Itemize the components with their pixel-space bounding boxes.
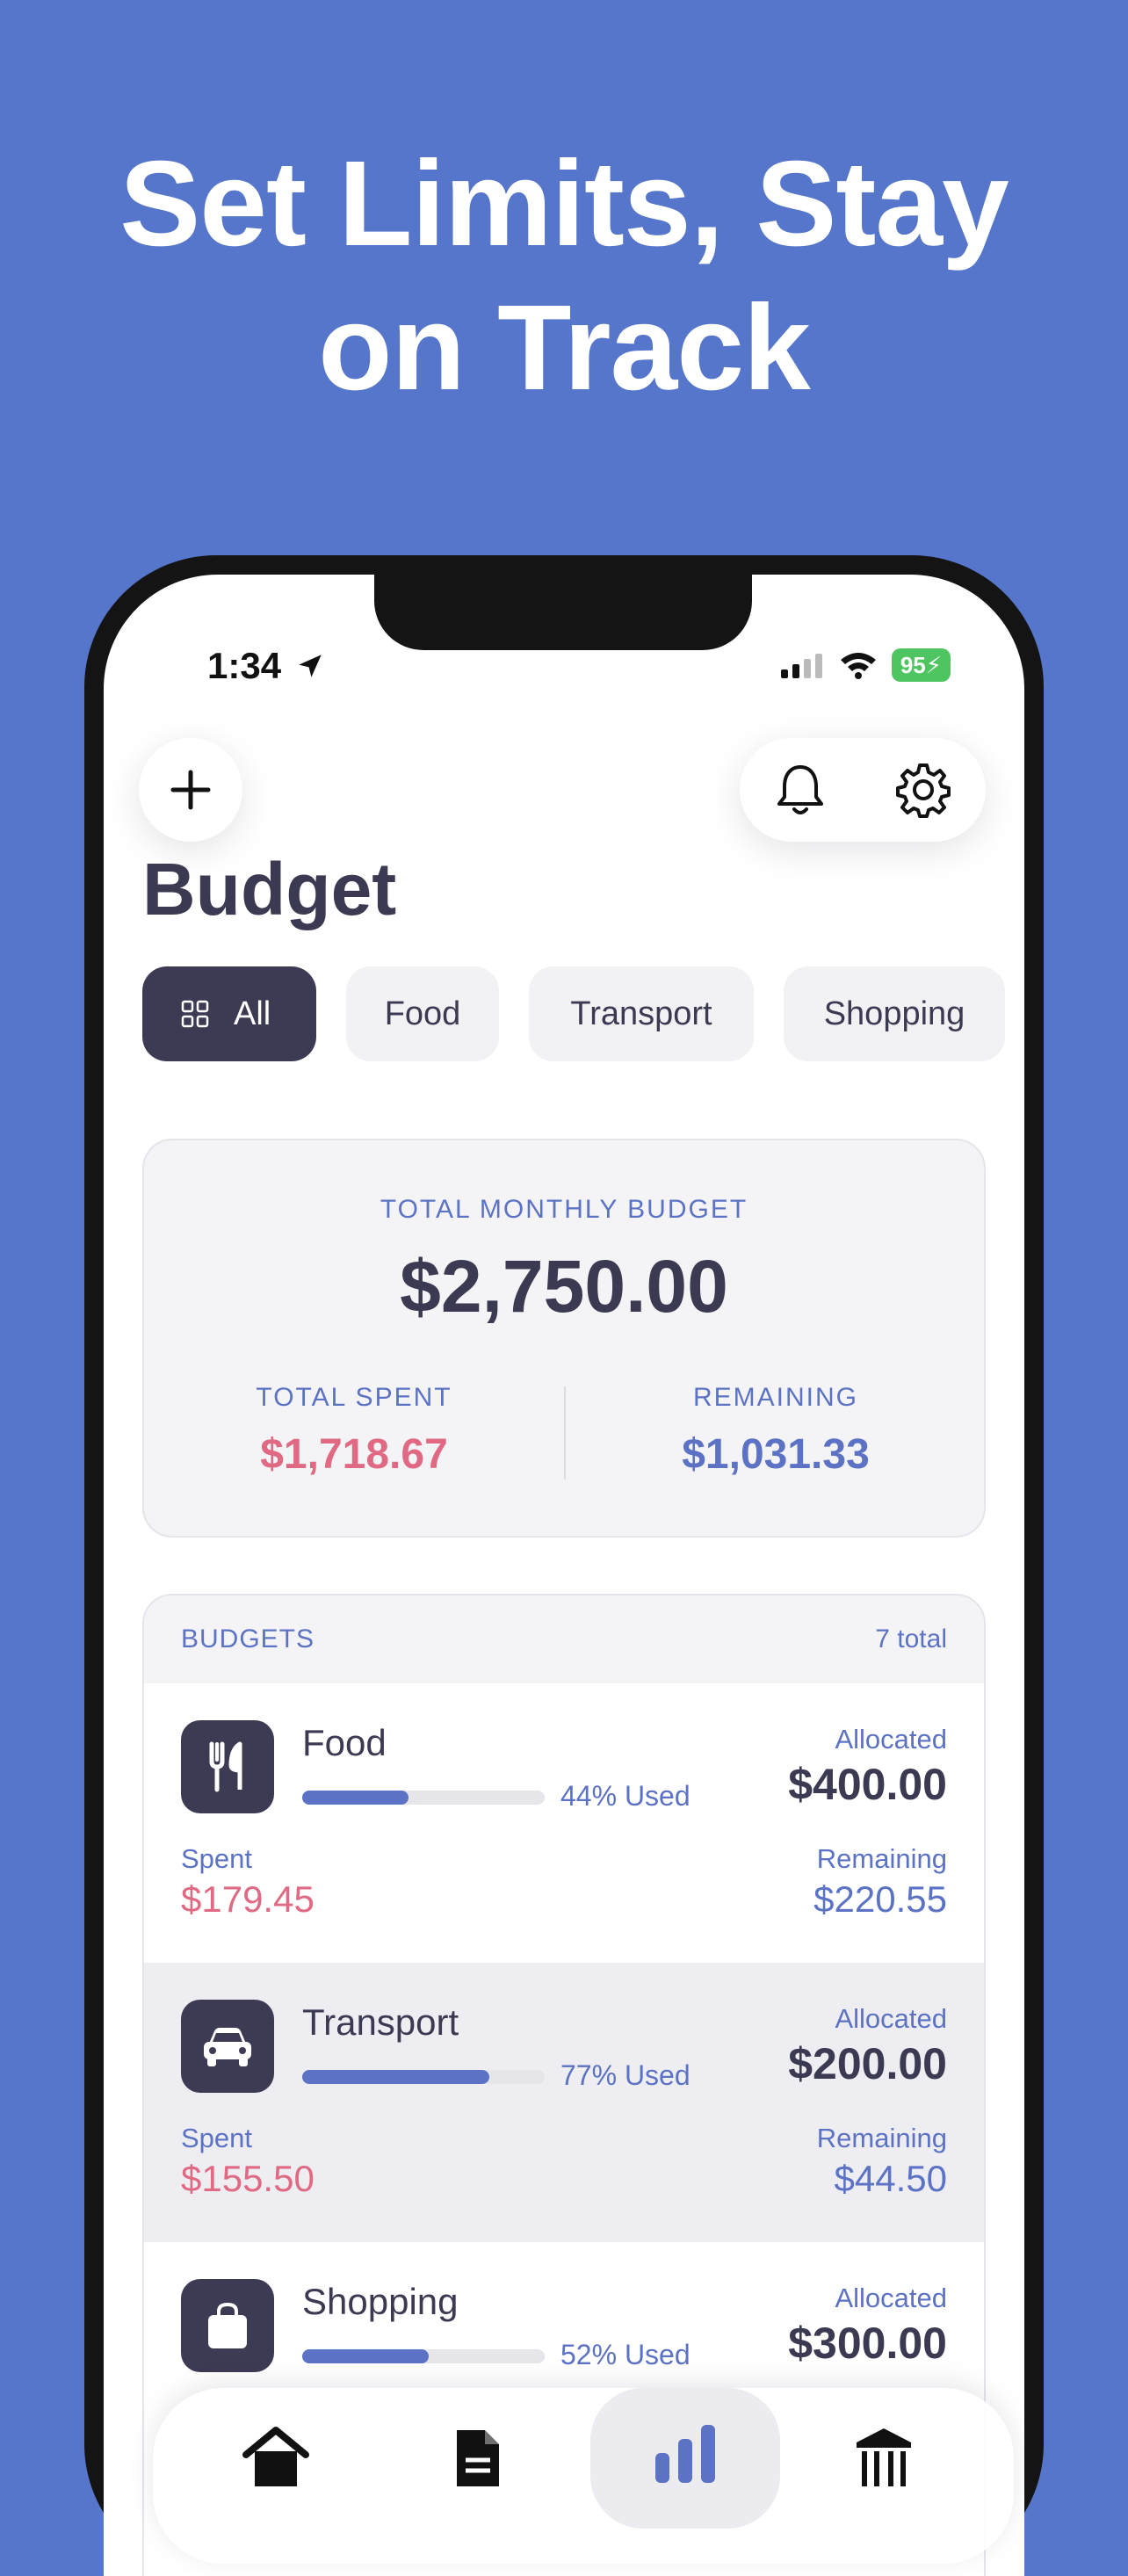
usage-label: 77% Used xyxy=(560,2059,691,2091)
budget-summary-card: TOTAL MONTHLY BUDGET $2,750.00 TOTAL SPE… xyxy=(142,1139,986,1538)
app-screen: 1:34 95⚡ Budget All Food Transport Shopp… xyxy=(104,575,1024,2576)
charging-bolt-icon: ⚡ xyxy=(925,652,942,678)
usage-bar xyxy=(302,1791,545,1805)
shopping-bag-icon xyxy=(181,2279,274,2372)
total-budget-label: TOTAL MONTHLY BUDGET xyxy=(380,1195,748,1224)
allocated-value: $300.00 xyxy=(788,2319,947,2368)
allocated-label: Allocated xyxy=(835,1724,947,1755)
gear-icon[interactable] xyxy=(895,762,951,818)
category-filter: All Food Transport Shopping xyxy=(142,966,1005,1061)
bar-chart-icon xyxy=(655,2425,715,2483)
allocated-value: $400.00 xyxy=(788,1760,947,1809)
remaining-label: Remaining xyxy=(816,2123,947,2153)
wifi-icon xyxy=(840,653,876,679)
bell-icon[interactable] xyxy=(774,762,827,818)
budgets-header: BUDGETS 7 total xyxy=(144,1596,984,1683)
phone-frame: 1:34 95⚡ Budget All Food Transport Shopp… xyxy=(84,555,1044,2576)
notch xyxy=(374,575,752,650)
status-time: 1:34 xyxy=(207,645,325,687)
plus-icon xyxy=(170,770,211,810)
tab-accounts[interactable] xyxy=(813,2407,954,2513)
usage-label: 44% Used xyxy=(560,1780,691,1812)
budget-name: Transport xyxy=(302,2001,459,2043)
usage-bar-fill xyxy=(302,2070,489,2084)
budget-name: Shopping xyxy=(302,2281,459,2322)
allocated-label: Allocated xyxy=(835,2003,947,2034)
chip-transport-label: Transport xyxy=(570,995,712,1032)
remaining-label: Remaining xyxy=(816,1843,947,1874)
document-icon xyxy=(457,2430,499,2486)
budget-row-transport[interactable]: Transport 77% Used Allocated $200.00 Spe… xyxy=(144,1963,984,2242)
tab-documents[interactable] xyxy=(408,2407,548,2513)
usage-label: 52% Used xyxy=(560,2339,691,2370)
tab-budget[interactable] xyxy=(590,2388,780,2529)
spent-label: Spent xyxy=(181,1843,253,1874)
usage-bar-fill xyxy=(302,2349,429,2363)
remaining-value: $1,031.33 xyxy=(682,1431,870,1478)
chip-all[interactable]: All xyxy=(142,966,316,1061)
budgets-count: 7 total xyxy=(875,1624,947,1653)
header-actions xyxy=(740,738,986,842)
allocated-value: $200.00 xyxy=(788,2039,947,2088)
total-spent-label: TOTAL SPENT xyxy=(256,1383,452,1412)
car-icon xyxy=(181,2000,274,2093)
battery-level: 95 xyxy=(900,652,926,678)
grid-icon xyxy=(181,1000,209,1028)
home-icon xyxy=(242,2427,309,2486)
tab-bar xyxy=(153,2388,1014,2564)
usage-bar-fill xyxy=(302,1791,409,1805)
budget-name: Food xyxy=(302,1722,387,1763)
page-title: Budget xyxy=(142,848,397,930)
add-button[interactable] xyxy=(139,738,242,842)
bank-icon xyxy=(857,2428,911,2486)
spent-value: $179.45 xyxy=(181,1878,315,1920)
spent-value: $155.50 xyxy=(181,2158,315,2199)
budget-row-food[interactable]: Food 44% Used Allocated $400.00 Spent $1… xyxy=(144,1683,984,1963)
signal-icon xyxy=(780,654,822,678)
tab-home[interactable] xyxy=(206,2407,346,2513)
budgets-header-label: BUDGETS xyxy=(181,1624,315,1653)
chip-shopping[interactable]: Shopping xyxy=(784,966,1005,1061)
chip-all-label: All xyxy=(234,995,271,1032)
chip-transport[interactable]: Transport xyxy=(529,966,754,1061)
chip-food[interactable]: Food xyxy=(346,966,499,1061)
usage-bar xyxy=(302,2070,545,2084)
status-indicators: 95⚡ xyxy=(779,648,951,682)
headline-line-2: on Track xyxy=(318,280,811,416)
headline: Set Limits, Stay on Track xyxy=(0,132,1128,420)
total-spent-value: $1,718.67 xyxy=(260,1431,448,1478)
location-arrow-icon xyxy=(298,655,322,677)
usage-bar xyxy=(302,2349,545,2363)
headline-line-1: Set Limits, Stay xyxy=(119,136,1009,271)
chip-shopping-label: Shopping xyxy=(823,995,965,1032)
battery-indicator: 95⚡ xyxy=(891,648,951,682)
status-time-text: 1:34 xyxy=(207,645,282,686)
remaining-value: $44.50 xyxy=(834,2158,947,2199)
total-budget-value: $2,750.00 xyxy=(400,1245,728,1328)
fork-knife-icon xyxy=(181,1720,274,1813)
spent-label: Spent xyxy=(181,2123,253,2153)
remaining-block: REMAINING $1,031.33 xyxy=(566,1383,986,1479)
chip-food-label: Food xyxy=(384,995,461,1032)
total-spent-block: TOTAL SPENT $1,718.67 xyxy=(144,1383,564,1479)
allocated-label: Allocated xyxy=(835,2283,947,2313)
remaining-value: $220.55 xyxy=(813,1878,947,1920)
remaining-label: REMAINING xyxy=(692,1383,858,1412)
